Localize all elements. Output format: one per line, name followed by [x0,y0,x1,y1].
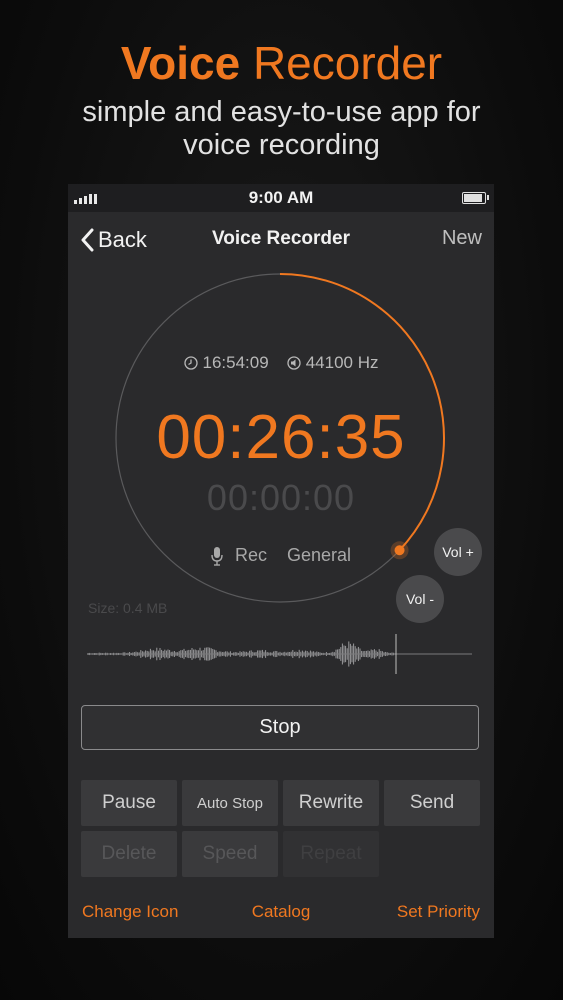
file-size-label: Size: 0.4 MB [88,600,168,616]
sample-rate: 44100 Hz [305,353,379,372]
repeat-button[interactable]: Repeat [283,831,379,877]
rewrite-button[interactable]: Rewrite [283,780,379,826]
auto-stop-button[interactable]: Auto Stop [182,780,278,826]
mode-label: Rec [234,545,267,565]
recording-mode-row: Rec General [68,545,494,566]
promo-title: Voice Recorder [0,36,563,90]
set-priority-link[interactable]: Set Priority [397,902,480,922]
clock-time: 16:54:09 [202,353,269,372]
elapsed-time: 00:26:35 [156,403,406,472]
promo-subtitle-line2: voice recording [183,129,380,161]
pause-button[interactable]: Pause [81,780,177,826]
promo-subtitle: simple and easy-to-use app for voice rec… [0,96,563,162]
volume-down-button[interactable]: Vol - [396,575,444,623]
empty-slot [384,831,480,877]
recording-info-row: 16:54:09 44100 Hz [68,353,494,373]
stop-button[interactable]: Stop [81,705,479,750]
app-store-screenshot: Voice Recorder simple and easy-to-use ap… [0,0,563,1000]
promo-title-bold: Voice [120,37,241,89]
audio-waveform [87,634,472,674]
microphone-icon [211,546,223,566]
delete-button[interactable]: Delete [81,831,177,877]
phone-screen: 9:00 AM Back Voice Recorder New 16:54:09… [68,184,494,938]
sample-rate-group: 44100 Hz [287,353,379,373]
volume-up-button[interactable]: Vol + [434,528,482,576]
clock-group: 16:54:09 [183,353,269,373]
category-label[interactable]: General [287,545,351,566]
clock-icon [183,356,198,370]
promo-title-light: Recorder [252,37,443,89]
secondary-time: 00:00:00 [206,477,356,518]
speed-button[interactable]: Speed [182,831,278,877]
catalog-link-label[interactable]: Catalog [252,902,311,921]
promo-subtitle-line1: simple and easy-to-use app for [82,96,481,128]
speaker-icon [287,356,301,370]
send-button[interactable]: Send [384,780,480,826]
